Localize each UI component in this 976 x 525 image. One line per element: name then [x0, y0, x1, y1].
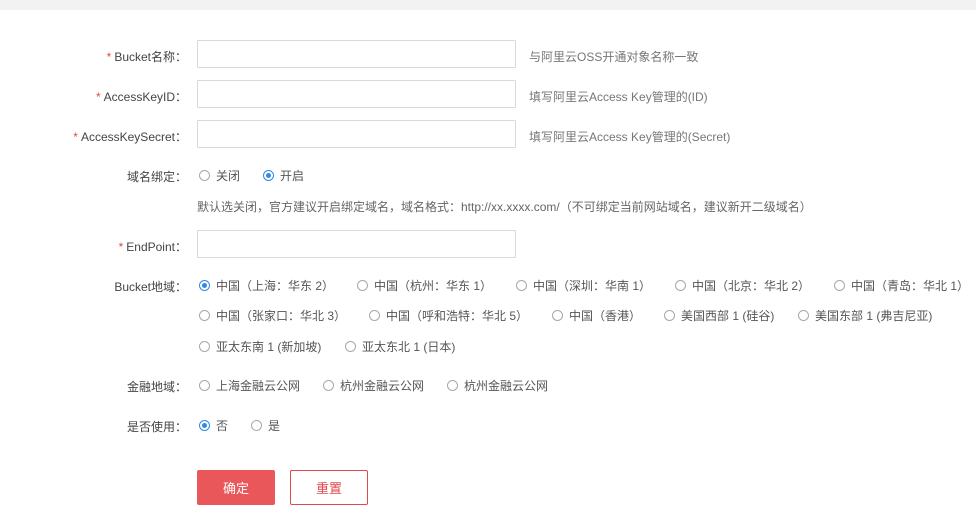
radio-circle [516, 280, 527, 291]
region-option[interactable]: 中国（上海：华东 2） [199, 277, 334, 294]
bucket-region-label: Bucket地域： [114, 280, 187, 294]
access-key-id-label: * AccessKeyID： [95, 90, 187, 104]
radio-circle-selected [263, 170, 274, 181]
radio-circle [357, 280, 368, 291]
enabled-yes-radio[interactable]: 是 [251, 417, 280, 434]
finance-region-label: 金融地域： [126, 380, 187, 394]
radio-circle [664, 310, 675, 321]
radio-circle [251, 420, 262, 431]
radio-circle [369, 310, 380, 321]
enabled-label: 是否使用： [126, 420, 187, 434]
radio-circle [345, 341, 356, 352]
finance-region-option[interactable]: 杭州金融云公网 [447, 377, 548, 394]
region-option[interactable]: 中国（张家口：华北 3） [199, 307, 346, 324]
bucket-name-label: * Bucket名称： [106, 50, 187, 64]
radio-circle [798, 310, 809, 321]
domain-binding-label: 域名绑定： [126, 170, 187, 184]
access-key-secret-label: * AccessKeySecret： [73, 130, 187, 144]
required-mark: * [118, 240, 124, 254]
region-option[interactable]: 中国（呼和浩特：华北 5） [369, 307, 528, 324]
domain-binding-on-radio[interactable]: 开启 [263, 167, 304, 184]
radio-circle [834, 280, 845, 291]
region-option[interactable]: 中国（北京：华北 2） [675, 277, 810, 294]
finance-region-option[interactable]: 上海金融云公网 [199, 377, 300, 394]
required-mark: * [106, 50, 112, 64]
endpoint-label: * EndPoint： [118, 240, 187, 254]
radio-circle [199, 170, 210, 181]
enabled-no-radio[interactable]: 否 [199, 417, 228, 434]
radio-circle [675, 280, 686, 291]
radio-circle-selected [199, 420, 210, 431]
required-mark: * [95, 90, 101, 104]
radio-circle [199, 341, 210, 352]
endpoint-input[interactable] [197, 230, 516, 258]
radio-circle [199, 380, 210, 391]
region-option[interactable]: 亚太东北 1 (日本) [345, 338, 455, 355]
radio-circle [447, 380, 458, 391]
region-option[interactable]: 中国（杭州：华东 1） [357, 277, 492, 294]
top-strip [0, 0, 976, 10]
region-option[interactable]: 亚太东南 1 (新加坡) [199, 338, 321, 355]
required-mark: * [73, 130, 78, 144]
reset-button[interactable]: 重置 [290, 470, 368, 505]
bucket-name-input[interactable] [197, 40, 516, 68]
region-option[interactable]: 中国（青岛：华北 1） [834, 277, 969, 294]
access-key-secret-hint: 填写阿里云Access Key管理的(Secret) [529, 130, 731, 144]
access-key-id-hint: 填写阿里云Access Key管理的(ID) [529, 90, 708, 104]
region-option[interactable]: 中国（香港） [552, 307, 641, 324]
access-key-secret-input[interactable] [197, 120, 516, 148]
region-option[interactable]: 中国（深圳：华南 1） [516, 277, 651, 294]
bucket-name-hint: 与阿里云OSS开通对象名称一致 [529, 50, 699, 64]
domain-binding-off-radio[interactable]: 关闭 [199, 167, 240, 184]
radio-circle [552, 310, 563, 321]
confirm-button[interactable]: 确定 [197, 470, 275, 505]
access-key-id-input[interactable] [197, 80, 516, 108]
domain-binding-note: 默认选关闭，官方建议开启绑定域名，域名格式：http://xx.xxxx.com… [197, 200, 812, 214]
region-option[interactable]: 美国西部 1 (硅谷) [664, 307, 774, 324]
radio-circle-selected [199, 280, 210, 291]
region-option[interactable]: 美国东部 1 (弗吉尼亚) [798, 307, 932, 324]
finance-region-option[interactable]: 杭州金融云公网 [323, 377, 424, 394]
radio-circle [199, 310, 210, 321]
radio-circle [323, 380, 334, 391]
